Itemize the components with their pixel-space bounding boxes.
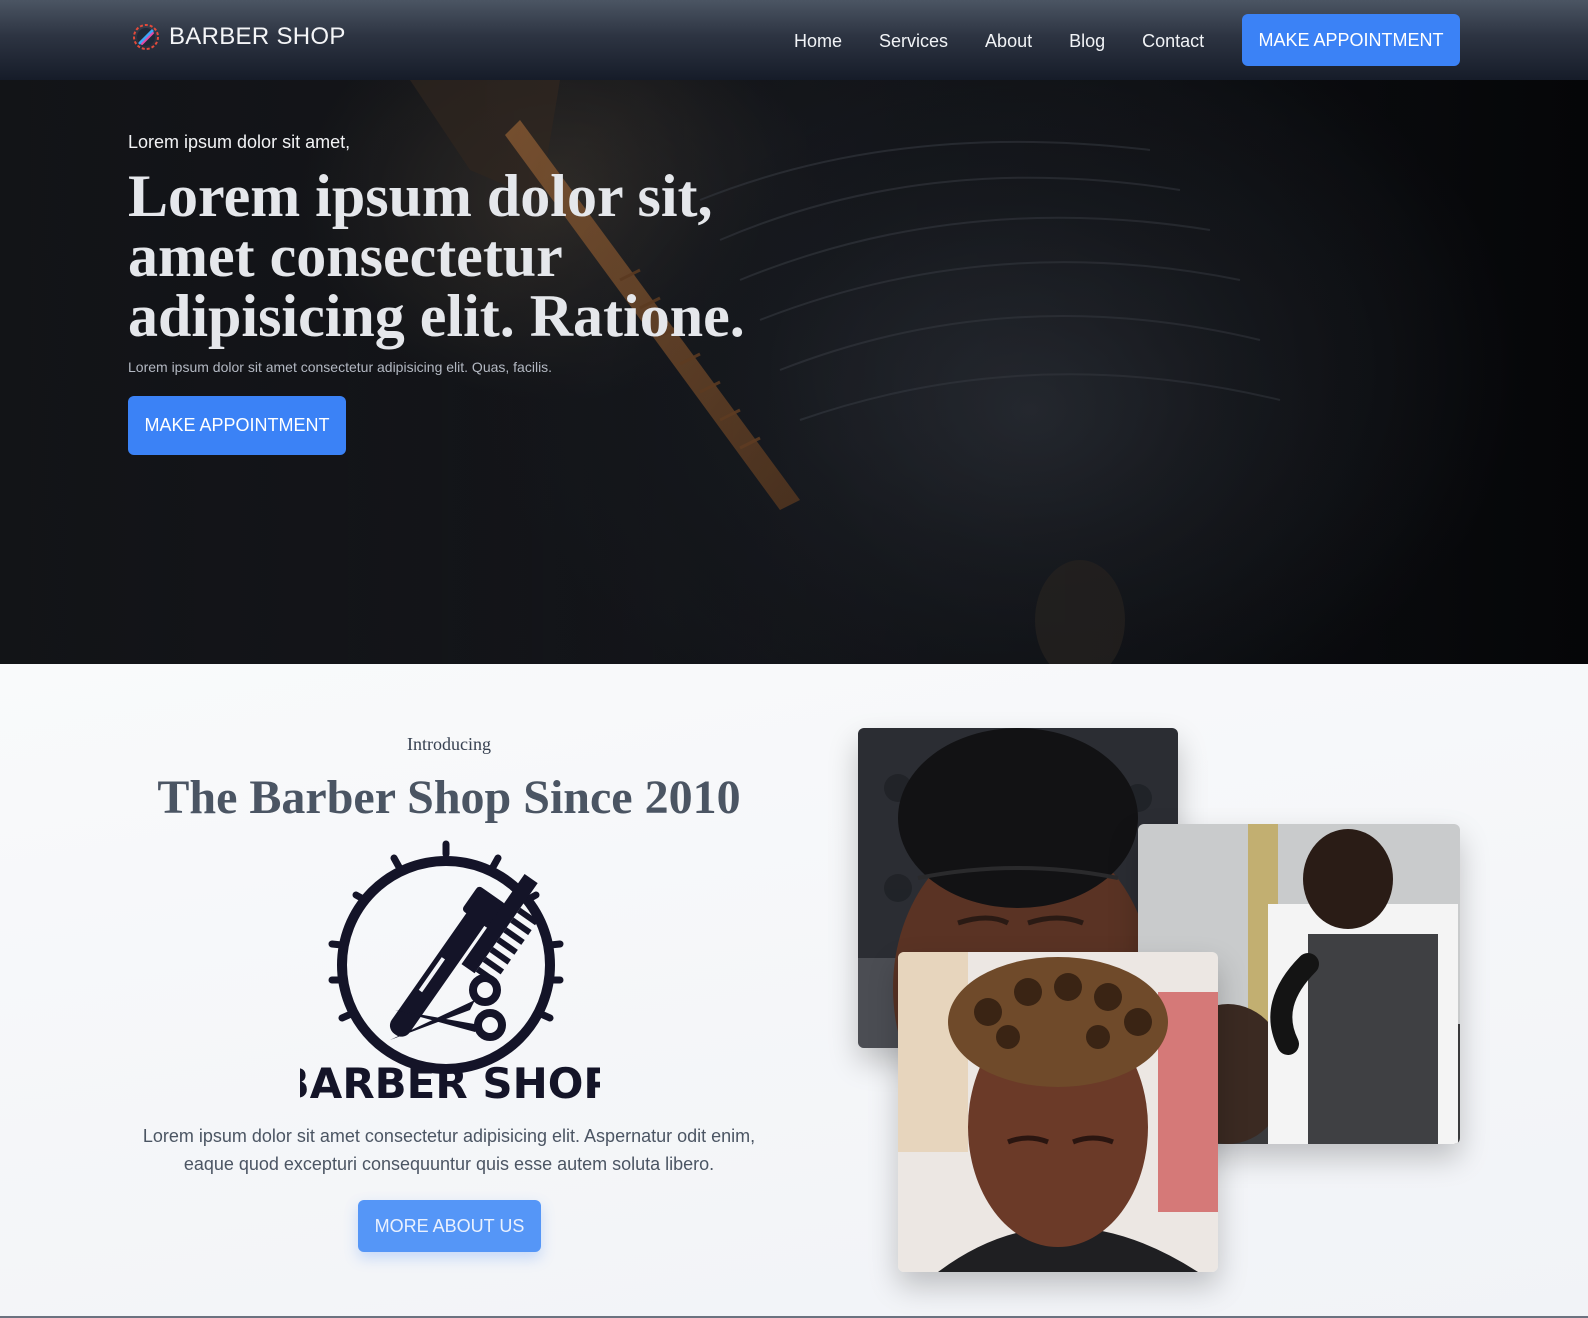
make-appointment-hero-button[interactable]: MAKE APPOINTMENT (128, 396, 346, 455)
barber-emblem-icon: BARBER SHOP (300, 840, 600, 1108)
hero-subtitle: Lorem ipsum dolor sit amet consectetur a… (128, 359, 553, 375)
navbar: BARBER SHOP Home Services About Blog Con… (0, 0, 1588, 80)
nav-services[interactable]: Services (879, 31, 948, 52)
make-appointment-nav-button[interactable]: MAKE APPOINTMENT (1242, 14, 1460, 66)
main-nav: Home Services About Blog Contact (794, 31, 1241, 52)
barber-pole-logo-icon (133, 24, 159, 50)
nav-about[interactable]: About (985, 31, 1032, 52)
hero-title: Lorem ipsum dolor sit, amet consectetur … (128, 163, 745, 349)
brand-name: BARBER SHOP (169, 23, 346, 50)
about-intro: Introducing (407, 734, 491, 754)
nav-home[interactable]: Home (794, 31, 842, 52)
emblem-wordmark: BARBER SHOP (300, 1059, 600, 1108)
hero-pretitle: Lorem ipsum dolor sit amet, (128, 132, 351, 152)
about-description: Lorem ipsum dolor sit amet consectetur a… (142, 1126, 756, 1174)
barber-photo-3 (898, 952, 1218, 1272)
nav-blog[interactable]: Blog (1069, 31, 1105, 52)
brand-link[interactable]: BARBER SHOP (131, 22, 346, 52)
about-title: The Barber Shop Since 2010 (157, 771, 741, 824)
more-about-us-button[interactable]: MORE ABOUT US (358, 1200, 541, 1252)
nav-contact[interactable]: Contact (1142, 31, 1204, 52)
